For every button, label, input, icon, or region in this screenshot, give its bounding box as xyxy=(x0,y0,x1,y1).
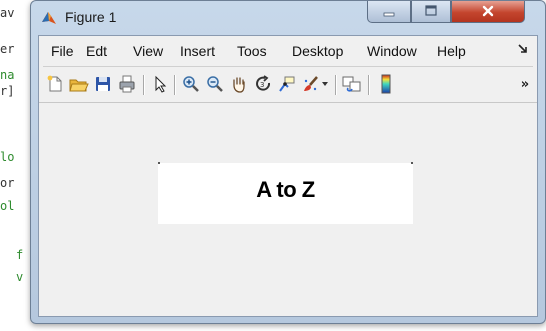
code-line: er xyxy=(0,42,15,56)
menu-view[interactable]: View xyxy=(133,43,163,59)
maximize-icon xyxy=(424,2,438,21)
window-title: Figure 1 xyxy=(65,9,117,25)
axes-corner-tick xyxy=(158,162,160,164)
code-line: na xyxy=(0,68,15,82)
toolbar-separator xyxy=(174,75,175,95)
menu-edit[interactable]: Edt xyxy=(86,43,107,59)
menu-desktop[interactable]: Desktop xyxy=(292,43,343,59)
close-button[interactable] xyxy=(451,1,525,23)
code-line: lo xyxy=(0,150,15,164)
insert-colorbar-icon[interactable] xyxy=(376,74,396,94)
menu-insert[interactable]: Insert xyxy=(180,43,215,59)
maximize-button[interactable] xyxy=(411,1,451,23)
zoom-out-icon[interactable] xyxy=(205,74,225,94)
toolbar-overflow-button[interactable]: » xyxy=(515,74,535,94)
zoom-in-icon[interactable] xyxy=(181,74,201,94)
menu-bar: File Edt View Insert Toos Desktop Window… xyxy=(39,36,537,66)
dock-arrow-icon[interactable] xyxy=(517,42,529,58)
axes-corner-tick xyxy=(411,162,413,164)
rotate-3d-icon[interactable]: 3 xyxy=(253,74,273,94)
toolbar-separator xyxy=(368,75,369,95)
pan-icon[interactable] xyxy=(229,74,249,94)
background-code-editor: av er na r] lo or ol f v xyxy=(0,0,34,331)
toolbar-separator xyxy=(335,75,336,95)
menu-tools[interactable]: Toos xyxy=(237,43,267,59)
matlab-logo-icon xyxy=(41,10,57,26)
link-plot-icon[interactable] xyxy=(342,74,362,94)
save-icon[interactable] xyxy=(93,74,113,94)
menu-window[interactable]: Window xyxy=(367,43,417,59)
brush-icon[interactable] xyxy=(301,74,321,94)
axes-title: A to Z xyxy=(256,177,315,202)
code-line: ol xyxy=(0,199,15,213)
code-line: av xyxy=(0,6,15,20)
new-figure-icon[interactable] xyxy=(45,74,65,94)
toolbar-separator xyxy=(143,75,144,95)
code-line: f xyxy=(16,248,24,262)
figure-client-area: File Edt View Insert Toos Desktop Window… xyxy=(38,35,538,317)
figure-window: Figure 1 File Edt View Insert Toos Deskt… xyxy=(30,0,546,324)
print-icon[interactable] xyxy=(117,74,137,94)
menu-help[interactable]: Help xyxy=(437,43,466,59)
menu-file[interactable]: File xyxy=(51,43,74,59)
edit-plot-icon[interactable] xyxy=(151,74,171,94)
svg-text:3: 3 xyxy=(260,81,264,89)
code-line: r] xyxy=(0,84,15,98)
figure-canvas[interactable]: A to Z xyxy=(39,103,537,316)
title-bar[interactable]: Figure 1 xyxy=(31,1,545,35)
data-cursor-icon[interactable] xyxy=(277,74,297,94)
minimize-button[interactable] xyxy=(367,1,411,23)
code-line: v xyxy=(16,270,24,284)
minimize-icon xyxy=(382,2,396,21)
brush-dropdown-icon[interactable] xyxy=(320,74,330,94)
open-file-icon[interactable] xyxy=(69,74,89,94)
figure-toolbar: 3 » xyxy=(39,67,537,101)
code-line: or xyxy=(0,176,15,190)
axes[interactable]: A to Z xyxy=(158,162,413,224)
close-icon xyxy=(481,2,495,21)
